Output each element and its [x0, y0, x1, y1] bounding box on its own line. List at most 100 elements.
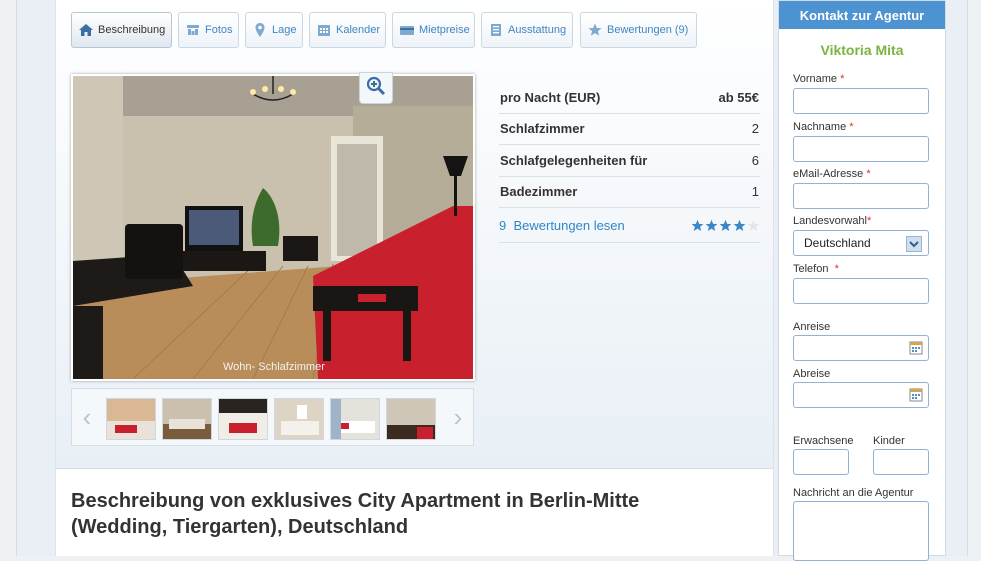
tab-lage[interactable]: Lage	[245, 12, 303, 48]
tab-label: Bewertungen (9)	[607, 24, 689, 36]
label-text: Nachname	[793, 121, 847, 133]
tab-mietpreise[interactable]: Mietpreise	[392, 12, 475, 48]
thumb-prev-button[interactable]: ‹	[72, 389, 102, 445]
anreise-field[interactable]	[793, 335, 929, 361]
photo-caption: Wohn- Schlafzimmer	[223, 361, 325, 373]
calendar-icon[interactable]	[909, 341, 923, 360]
credit-card-icon	[399, 22, 415, 38]
vorname-label: Vorname *	[793, 73, 844, 85]
star-empty-icon	[747, 219, 760, 231]
required-mark: *	[849, 121, 854, 133]
fact-value: 1	[751, 184, 759, 200]
chevron-down-icon	[906, 236, 922, 252]
nachname-label: Nachname *	[793, 121, 854, 133]
fact-value: ab 55€	[718, 89, 759, 105]
thumbnail[interactable]	[330, 398, 380, 440]
label-text: Telefon	[793, 263, 829, 275]
tab-kalender[interactable]: Kalender	[309, 12, 386, 48]
fact-row-price: pro Nacht (EUR) ab 55€	[499, 82, 760, 114]
star-icon	[587, 22, 603, 38]
star-filled-icon	[733, 219, 746, 231]
fact-label: Schlafzimmer	[500, 121, 585, 137]
agent-name: Viktoria Mita	[820, 42, 904, 58]
property-facts: pro Nacht (EUR) ab 55€ Schlafzimmer 2 Sc…	[499, 82, 760, 243]
label-text: eMail-Adresse	[793, 168, 864, 180]
vorname-field[interactable]	[793, 88, 929, 114]
erwachsene-label: Erwachsene	[793, 435, 854, 447]
fact-value: 2	[751, 121, 759, 137]
required-mark: *	[867, 215, 872, 227]
nachricht-label: Nachricht an die Agentur	[793, 487, 914, 499]
fact-row-bedrooms: Schlafzimmer 2	[499, 114, 760, 145]
telefon-label: Telefon *	[793, 263, 839, 275]
tab-label: Ausstattung	[508, 24, 567, 36]
tab-bewertungen[interactable]: Bewertungen (9)	[580, 12, 697, 48]
reviews-link-label: Bewertungen lesen	[513, 217, 625, 233]
contact-sidebar: Kontakt zur Agentur Viktoria Mita Vornam…	[778, 0, 946, 561]
map-pin-icon	[252, 22, 268, 38]
required-mark: *	[840, 73, 845, 85]
tab-label: Lage	[272, 24, 297, 36]
fact-label: Badezimmer	[500, 184, 578, 200]
fact-label: Schlafgelegenheiten für	[500, 152, 648, 168]
kinder-field[interactable]	[873, 449, 929, 475]
tab-label: Beschreibung	[98, 24, 166, 36]
star-filled-icon	[719, 219, 732, 231]
thumbnail[interactable]	[106, 398, 156, 440]
anreise-label: Anreise	[793, 321, 831, 333]
fact-label: pro Nacht (EUR)	[500, 89, 601, 105]
landesvorwahl-label: Landesvorwahl*	[793, 215, 871, 227]
label-text: Vorname	[793, 73, 838, 85]
tab-fotos[interactable]: Fotos	[178, 12, 239, 48]
required-mark: *	[834, 263, 839, 275]
kinder-label: Kinder	[873, 435, 905, 447]
select-value: Deutschland	[804, 236, 871, 250]
telefon-field[interactable]	[793, 278, 929, 304]
tab-label: Mietpreise	[419, 24, 470, 36]
tab-beschreibung[interactable]: Beschreibung	[71, 12, 172, 48]
star-filled-icon	[691, 219, 704, 231]
chevron-right-icon: ›	[453, 401, 463, 432]
abreise-label: Abreise	[793, 368, 831, 380]
apartment-photo	[73, 76, 473, 379]
reviews-count: 9	[499, 217, 507, 233]
thumbnail[interactable]	[162, 398, 212, 440]
main-photo[interactable]: Wohn- Schlafzimmer	[71, 74, 475, 381]
tab-ausstattung[interactable]: Ausstattung	[481, 12, 573, 48]
abreise-field[interactable]	[793, 382, 929, 408]
description-title: Beschreibung von exklusives City Apartme…	[71, 490, 640, 538]
listing-content: Beschreibung Fotos Lage Kalender Mietpre…	[55, 0, 774, 556]
rating-stars	[691, 219, 760, 232]
nachname-field[interactable]	[793, 136, 929, 162]
calendar-icon[interactable]	[909, 388, 923, 407]
calendar-icon	[316, 22, 332, 38]
chevron-left-icon: ‹	[82, 401, 92, 432]
email-label: eMail-Adresse *	[793, 168, 871, 180]
reviews-link[interactable]: 9 Bewertungen lesen	[499, 218, 625, 233]
thumbnail-strip: ‹ ›	[71, 388, 474, 446]
tab-label: Kalender	[336, 24, 381, 36]
magnifier-plus-icon	[366, 76, 386, 101]
thumbnail[interactable]	[218, 398, 268, 440]
fact-value: 6	[751, 152, 759, 168]
tab-label: Fotos	[205, 24, 233, 36]
gallery-icon	[185, 22, 201, 38]
landesvorwahl-select[interactable]: Deutschland	[793, 230, 929, 256]
star-filled-icon	[705, 219, 718, 231]
list-icon	[488, 22, 504, 38]
contact-header: Kontakt zur Agentur	[779, 1, 945, 29]
listing-top-panel: Beschreibung Fotos Lage Kalender Mietpre…	[56, 0, 773, 469]
zoom-button[interactable]	[359, 72, 393, 104]
fact-row-bathrooms: Badezimmer 1	[499, 177, 760, 208]
nachricht-textarea[interactable]	[793, 501, 929, 561]
required-mark: *	[866, 168, 871, 180]
email-field[interactable]	[793, 183, 929, 209]
thumbnail[interactable]	[386, 398, 436, 440]
thumbnail[interactable]	[274, 398, 324, 440]
fact-row-sleeps: Schlafgelegenheiten für 6	[499, 145, 760, 177]
house-icon	[78, 22, 94, 38]
page-background: Beschreibung Fotos Lage Kalender Mietpre…	[16, 0, 968, 561]
thumb-next-button[interactable]: ›	[443, 389, 473, 445]
reviews-row: 9 Bewertungen lesen	[499, 208, 760, 243]
erwachsene-field[interactable]	[793, 449, 849, 475]
